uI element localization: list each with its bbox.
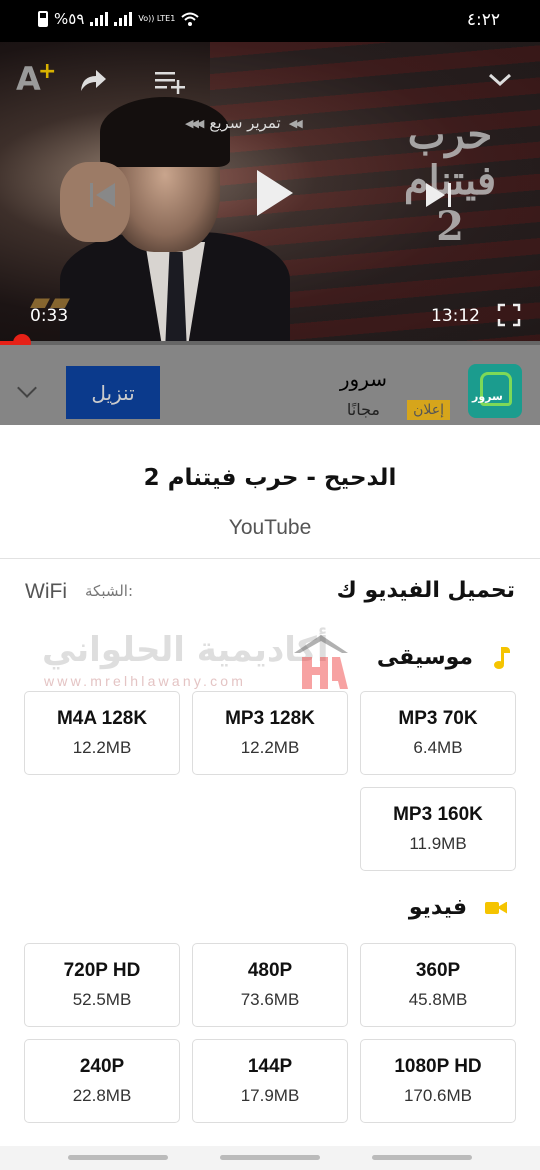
ad-price: مجانًا	[346, 400, 380, 419]
ad-app-name: سرور	[339, 367, 387, 391]
duration: 13:12	[431, 306, 480, 326]
video-option[interactable]: 360P 45.8MB	[360, 943, 516, 1027]
option-size: 73.6MB	[240, 990, 300, 1009]
ad-app-icon-label: سرور	[472, 390, 503, 403]
music-option[interactable]: MP3 70K 6.4MB	[360, 691, 516, 775]
video-option[interactable]: 720P HD 52.5MB	[24, 943, 180, 1027]
option-quality: 360P	[415, 960, 461, 981]
video-option[interactable]: 240P 22.8MB	[24, 1039, 180, 1123]
video-title: الدحيح - حرب فيتنام 2	[143, 465, 397, 491]
option-size: 17.9MB	[240, 1086, 300, 1105]
fast-forward-hint: ◀◀◀ تمرير سريع ◀◀	[185, 114, 303, 132]
option-size: 170.6MB	[403, 1086, 473, 1105]
watermark-logo-icon	[294, 635, 348, 689]
download-as-heading: تحميل الفيديو ك	[336, 578, 515, 603]
signal-icon	[90, 12, 109, 26]
nav-handle[interactable]	[372, 1155, 472, 1160]
option-quality: MP3 70K	[398, 708, 478, 729]
video-source: YouTube	[228, 516, 312, 539]
music-note-icon	[491, 646, 510, 669]
network-value: WiFi	[25, 580, 67, 603]
option-size: 52.5MB	[72, 990, 132, 1009]
play-icon[interactable]	[253, 168, 295, 218]
option-quality: 480P	[247, 960, 293, 981]
music-option[interactable]: MP3 128K 12.2MB	[192, 691, 348, 775]
video-section-label: فيديو	[408, 895, 467, 920]
music-section-label: موسيقى	[376, 645, 473, 670]
watermark-text: أكاديمية الحلواني	[42, 630, 328, 670]
watermark-url: www.mrelhlawany.com	[44, 673, 247, 689]
wifi-icon	[181, 12, 199, 26]
option-quality: 144P	[247, 1056, 293, 1077]
option-quality: MP3 160K	[393, 804, 483, 825]
option-size: 12.2MB	[240, 738, 300, 757]
battery-percent: %٥٩	[54, 10, 85, 28]
watermark-text-label: أكاديمية الحلواني	[42, 630, 329, 670]
option-size: 45.8MB	[408, 990, 468, 1009]
option-size: 6.4MB	[413, 738, 463, 757]
fast-forward-hint-label: تمرير سريع	[209, 114, 281, 132]
clock: ٤:٢٢	[466, 10, 500, 30]
svg-text:+: +	[38, 59, 56, 84]
battery-icon	[38, 11, 48, 27]
video-camera-icon	[485, 900, 507, 916]
rewind-arrows-icon: ◀◀◀	[185, 116, 204, 130]
option-size: 11.9MB	[409, 834, 467, 853]
network-label: الشبكة:	[85, 582, 134, 600]
channel-logo-icon: A +	[16, 59, 56, 96]
music-option[interactable]: M4A 128K 12.2MB	[24, 691, 180, 775]
video-option[interactable]: 144P 17.9MB	[192, 1039, 348, 1123]
option-quality: M4A 128K	[56, 708, 148, 729]
chevron-down-icon[interactable]	[17, 378, 37, 398]
lte-indicator: Vo)) LTE1	[138, 14, 176, 23]
video-option[interactable]: 480P 73.6MB	[192, 943, 348, 1027]
option-size: 22.8MB	[72, 1086, 132, 1105]
ad-install-button[interactable]: تنزيل	[66, 366, 160, 419]
fullscreen-icon[interactable]	[497, 303, 521, 327]
music-section-heading: موسيقى	[376, 645, 510, 670]
signal-icon-2	[114, 12, 133, 26]
current-time: 0:33	[30, 306, 69, 326]
forward-arrows-icon: ◀◀	[288, 116, 303, 130]
video-player[interactable]: حرب فيتنام 2 A + ◀◀◀ تمرير سريع ◀◀ ▰▰ 0:…	[0, 42, 540, 345]
status-bar: %٥٩ Vo)) LTE1 ٤:٢٢	[0, 0, 540, 42]
video-section-heading: فيديو	[409, 895, 507, 920]
collapse-chevron-icon[interactable]	[488, 72, 512, 88]
video-option[interactable]: 1080P HD 170.6MB	[360, 1039, 516, 1123]
navigation-bar	[0, 1146, 540, 1170]
divider	[0, 558, 540, 559]
option-quality: 720P HD	[63, 960, 141, 981]
add-to-playlist-icon[interactable]	[155, 70, 187, 94]
ad-badge: إعلان	[407, 400, 450, 420]
next-icon[interactable]	[423, 180, 453, 210]
option-quality: MP3 128K	[225, 708, 315, 729]
music-option[interactable]: MP3 160K 11.9MB	[360, 787, 516, 871]
option-size: 12.2MB	[72, 738, 132, 757]
ad-app-icon[interactable]: سرور	[468, 364, 522, 418]
share-icon[interactable]	[78, 68, 108, 94]
download-sheet: الدحيح - حرب فيتنام 2 YouTube تحميل الفي…	[0, 425, 540, 1170]
nav-handle[interactable]	[68, 1155, 168, 1160]
option-quality: 1080P HD	[394, 1056, 482, 1077]
option-quality: 240P	[79, 1056, 125, 1077]
previous-icon[interactable]	[88, 180, 118, 210]
status-icons: %٥٩ Vo)) LTE1	[38, 10, 199, 28]
ad-banner[interactable]: سرور سرور مجانًا إعلان تنزيل	[0, 345, 540, 425]
nav-handle[interactable]	[220, 1155, 320, 1160]
